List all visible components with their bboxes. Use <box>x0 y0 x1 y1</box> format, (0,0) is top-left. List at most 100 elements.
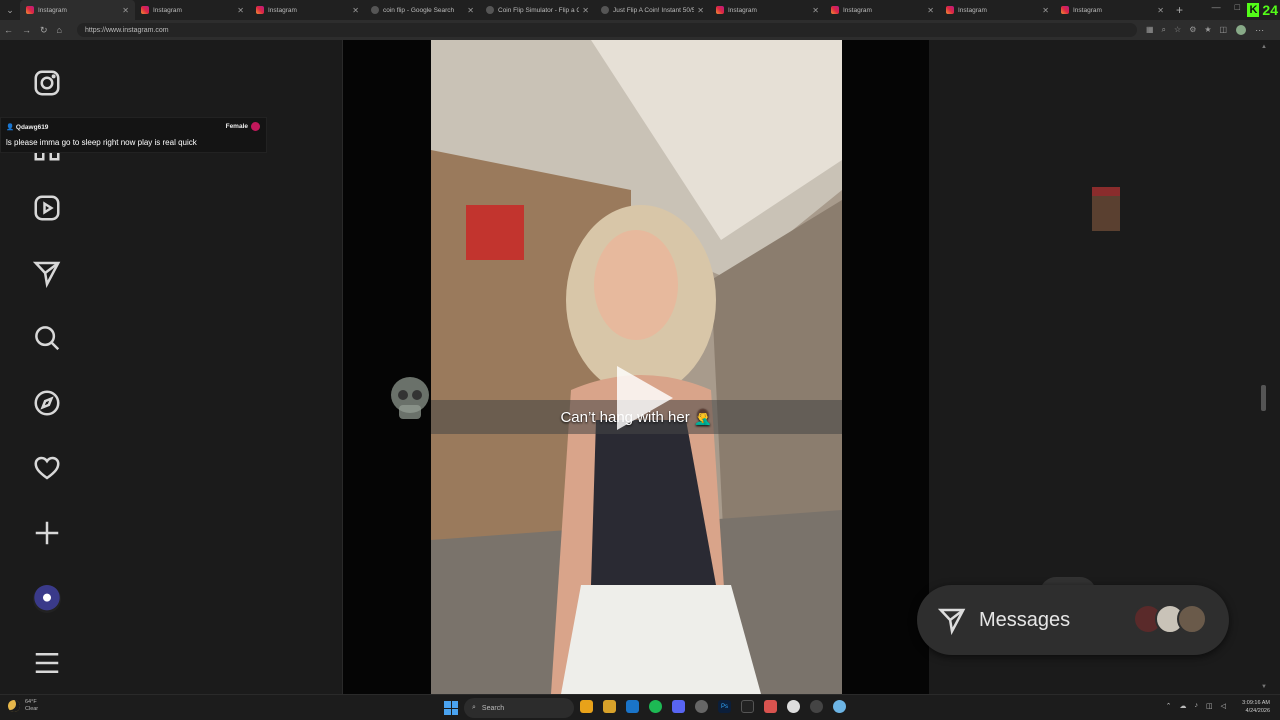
home-browser-icon[interactable]: ⌂ <box>57 25 62 35</box>
mic-icon[interactable]: ♪ <box>1194 702 1198 710</box>
file-explorer-icon[interactable] <box>603 700 616 713</box>
address-bar-row: ← → ↻ ⌂ https://www.instagram.com ▦ ⌕ ☆ … <box>0 20 1280 40</box>
zoom-icon[interactable]: ⌕ <box>1162 25 1166 35</box>
scroll-down-icon[interactable]: ▼ <box>1261 684 1267 690</box>
spotify-icon[interactable] <box>649 700 662 713</box>
kick-brand: K 24 <box>1247 0 1280 20</box>
profile-avatar-icon[interactable] <box>1236 25 1247 35</box>
window-controls: — □ <box>1212 2 1240 12</box>
webcam-thumbnail <box>1092 187 1120 231</box>
browser-tab[interactable]: Instagram ✕ <box>20 0 135 20</box>
tray-chevron-icon[interactable]: ⌃ <box>1166 702 1172 710</box>
browser-tab[interactable]: Instagram ✕ <box>250 0 365 20</box>
tab-close-icon[interactable]: ✕ <box>812 6 819 15</box>
windows-start-icon[interactable] <box>444 701 458 715</box>
browser-tab[interactable]: Instagram ✕ <box>135 0 250 20</box>
profile-avatar[interactable] <box>33 585 61 613</box>
play-icon[interactable] <box>601 358 681 438</box>
tab-title: Instagram <box>958 6 987 14</box>
tab-close-icon[interactable]: ✕ <box>122 6 129 15</box>
tab-title: Instagram <box>268 6 297 14</box>
brave-icon[interactable] <box>764 700 777 713</box>
moon-icon <box>8 700 20 712</box>
browser-tab[interactable]: Coin Flip Simulator - Flip a Coin✕ <box>480 0 595 20</box>
reel-video[interactable]: Can’t hang with her 🤦‍♂️ <box>431 40 842 694</box>
steam-icon[interactable] <box>810 700 823 713</box>
instagram-icon <box>26 6 34 14</box>
bookmark-star-icon[interactable]: ☆ <box>1174 25 1181 35</box>
minimize-icon[interactable]: — <box>1212 2 1221 12</box>
app-globe-icon[interactable] <box>833 700 846 713</box>
tab-close-icon[interactable]: ✕ <box>1157 6 1164 15</box>
volume-icon[interactable]: ◁ <box>1221 702 1226 710</box>
collections-icon[interactable]: ◫ <box>1220 25 1228 35</box>
instagram-icon <box>141 6 149 14</box>
direct-icon[interactable] <box>31 257 63 289</box>
url-text: https://www.instagram.com <box>84 26 169 34</box>
clock-date: 4/24/2026 <box>1245 708 1270 714</box>
photoshop-icon[interactable]: Ps <box>718 700 731 713</box>
instagram-icon <box>256 6 264 14</box>
browser-tab[interactable]: Instagram ✕ <box>1055 0 1170 20</box>
windows-taskbar: 64°F Clear ⌕ Search Ps ⌃ ☁ ♪ ◫ ◁ 3:09:16… <box>0 694 1280 720</box>
forward-icon[interactable]: → <box>22 25 31 35</box>
terminal-icon[interactable] <box>741 700 754 713</box>
new-tab-button[interactable]: + <box>1170 3 1189 17</box>
browser-tab[interactable]: Just Flip A Coin! Instant 50/50 C✕ <box>595 0 710 20</box>
clock-time: 3:09:16 AM <box>1242 700 1270 706</box>
chat-username: 👤 Qdawg619 <box>6 124 49 131</box>
create-plus-icon[interactable] <box>31 517 63 549</box>
tab-title: Instagram <box>38 6 67 14</box>
explore-icon[interactable] <box>31 387 63 419</box>
discord-icon[interactable] <box>672 700 685 713</box>
edge-icon[interactable] <box>626 700 639 713</box>
taskbar-search[interactable]: ⌕ Search <box>464 698 574 718</box>
cloud-icon[interactable]: ☁ <box>1179 702 1186 710</box>
chat-gender: Female <box>225 123 248 130</box>
chat-message-text: ls please imma go to sleep right now pla… <box>6 138 197 147</box>
maximize-icon[interactable]: □ <box>1235 2 1240 12</box>
tab-close-icon[interactable]: ✕ <box>697 6 704 15</box>
tab-close-icon[interactable]: ✕ <box>1042 6 1049 15</box>
browser-tab[interactable]: Instagram ✕ <box>940 0 1055 20</box>
reload-icon[interactable]: ↻ <box>40 25 48 36</box>
url-input[interactable]: https://www.instagram.com <box>76 23 1137 37</box>
back-icon[interactable]: ← <box>4 25 13 35</box>
tab-close-icon[interactable]: ✕ <box>237 6 244 15</box>
search-icon[interactable] <box>31 322 63 354</box>
network-icon[interactable]: ◫ <box>1206 702 1213 710</box>
scroll-up-icon[interactable]: ▲ <box>1261 44 1267 50</box>
weather-widget[interactable]: 64°F Clear <box>8 699 38 713</box>
gender-icon <box>251 122 260 131</box>
coin-icon <box>601 6 609 14</box>
tab-close-icon[interactable]: ✕ <box>582 6 589 15</box>
extensions-icon[interactable]: ⚙ <box>1189 25 1196 35</box>
notifications-heart-icon[interactable] <box>31 452 63 484</box>
tab-close-icon[interactable]: ✕ <box>352 6 359 15</box>
tab-title: Just Flip A Coin! Instant 50/50 C <box>613 6 695 14</box>
weather-desc: Clear <box>25 706 39 712</box>
messages-dock-button[interactable]: Messages <box>917 585 1229 655</box>
browser-tab[interactable]: coin flip - Google Search ✕ <box>365 0 480 20</box>
more-menu-icon[interactable] <box>31 647 63 679</box>
chrome-icon[interactable] <box>580 700 593 713</box>
favorites-icon[interactable]: ★ <box>1204 25 1211 35</box>
tab-list-dropdown-icon[interactable]: ⌄ <box>0 0 20 20</box>
instagram-icon <box>716 6 724 14</box>
tab-close-icon[interactable]: ✕ <box>927 6 934 15</box>
grid-icon[interactable]: ▦ <box>1146 25 1154 35</box>
taskbar-clock[interactable]: 3:09:16 AM 4/24/2026 <box>1242 699 1270 715</box>
page-scrollbar-thumb[interactable] <box>1261 385 1266 411</box>
browser-menu-icon[interactable]: ⋯ <box>1255 25 1264 36</box>
tab-title: Instagram <box>843 6 872 14</box>
reels-icon[interactable] <box>31 192 63 224</box>
browser-tab[interactable]: Instagram ✕ <box>825 0 940 20</box>
obs-icon[interactable] <box>695 700 708 713</box>
tab-close-icon[interactable]: ✕ <box>467 6 474 15</box>
app-circle-icon[interactable] <box>787 700 800 713</box>
stream-chat-message: 👤 Qdawg619 Female ls please imma go to s… <box>0 117 267 153</box>
instagram-icon <box>1061 6 1069 14</box>
instagram-logo-icon[interactable] <box>31 67 63 99</box>
instagram-icon <box>946 6 954 14</box>
browser-tab[interactable]: Instagram ✕ <box>710 0 825 20</box>
